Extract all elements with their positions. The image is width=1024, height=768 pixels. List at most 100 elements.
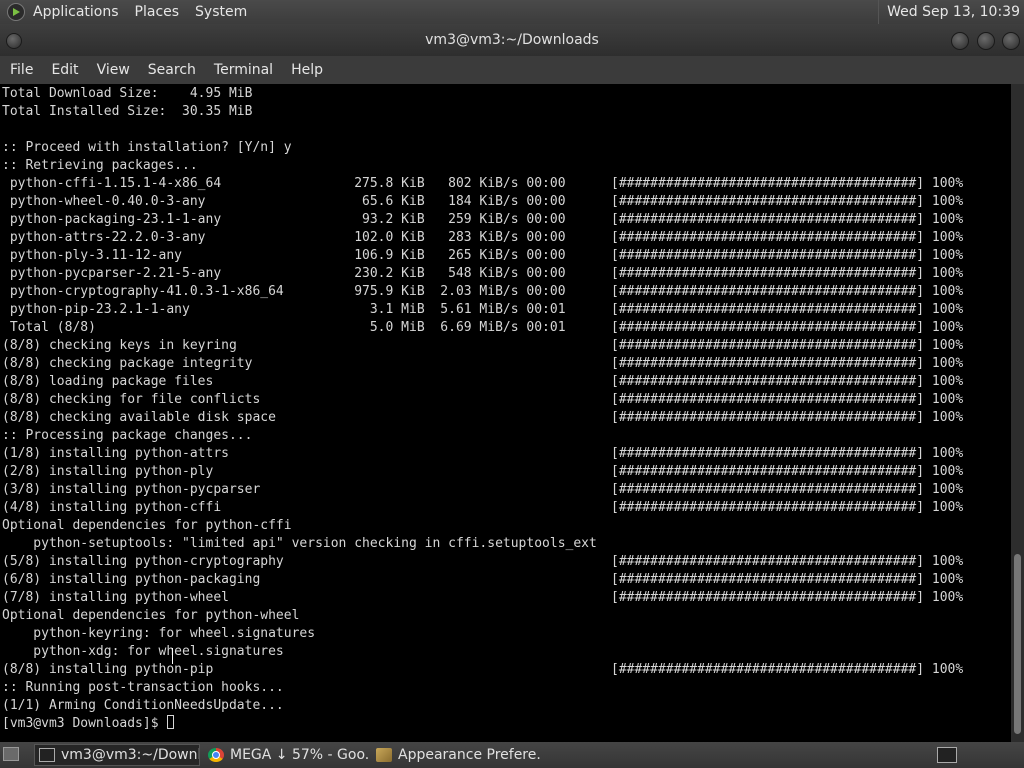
window-titlebar[interactable]: vm3@vm3:~/Downloads <box>0 24 1024 56</box>
progress-bar-text: [######################################]… <box>611 230 964 245</box>
terminal-line: (8/8) checking for file conflicts [######… <box>0 391 1011 409</box>
clock[interactable]: Wed Sep 13, 10:39 <box>878 0 1020 24</box>
menubar: File Edit View Search Terminal Help <box>0 56 1024 84</box>
terminal-line-text: (2/8) installing python-ply <box>2 464 214 479</box>
terminal-line: python-wheel-0.40.0-3-any 65.6 KiB 184 K… <box>0 193 1011 211</box>
progress-bar-text: [######################################]… <box>611 338 964 353</box>
chrome-icon <box>208 748 224 762</box>
close-button[interactable] <box>1002 32 1020 50</box>
panel-menu-applications[interactable]: Applications <box>31 4 127 20</box>
terminal-line-text: Total Download Size: 4.95 MiB <box>2 86 253 101</box>
terminal-line-text: (8/8) checking available disk space <box>2 410 276 425</box>
terminal-line: :: Proceed with installation? [Y/n] y <box>0 139 1011 157</box>
terminal-line-text: :: Retrieving packages... <box>2 158 198 173</box>
progress-bar-text: [######################################]… <box>611 662 964 677</box>
maximize-button[interactable] <box>977 32 995 50</box>
task-browser[interactable]: MEGA ↓ 57% - Goo... <box>204 744 368 766</box>
progress-bar-text: [######################################]… <box>611 248 964 263</box>
terminal-line: (8/8) checking package integrity [#######… <box>0 355 1011 373</box>
menu-file[interactable]: File <box>0 56 42 84</box>
progress-bar-text: [######################################]… <box>611 464 964 479</box>
terminal-line: (8/8) installing python-pip [############… <box>0 661 1011 679</box>
menu-help[interactable]: Help <box>282 56 332 84</box>
terminal-line: python-cryptography-41.0.3-1-x86_64 975.… <box>0 283 1011 301</box>
progress-bar-text: [######################################]… <box>611 590 964 605</box>
terminal-line-text: (8/8) checking keys in keyring <box>2 338 237 353</box>
menu-search[interactable]: Search <box>139 56 205 84</box>
terminal-line-text: python-cffi-1.15.1-4-x86_64 275.8 KiB 80… <box>2 176 566 191</box>
terminal-line-text: python-cryptography-41.0.3-1-x86_64 975.… <box>2 284 566 299</box>
terminal-line: (4/8) installing python-cffi [###########… <box>0 499 1011 517</box>
terminal-line: (6/8) installing python-packaging [######… <box>0 571 1011 589</box>
terminal-line-text: :: Processing package changes... <box>2 428 253 443</box>
terminal-line: (8/8) loading package files [############… <box>0 373 1011 391</box>
terminal-line: (8/8) checking keys in keyring [#########… <box>0 337 1011 355</box>
terminal-line-text: (8/8) loading package files <box>2 374 214 389</box>
terminal-line-text: Optional dependencies for python-cffi <box>2 518 292 533</box>
panel-menu-places[interactable]: Places <box>127 4 188 20</box>
terminal-line: python-setuptools: "limited api" version… <box>0 535 1011 553</box>
show-desktop-icon[interactable] <box>3 747 19 761</box>
terminal-line-text: python-wheel-0.40.0-3-any 65.6 KiB 184 K… <box>2 194 566 209</box>
progress-bar-text: [######################################]… <box>611 410 964 425</box>
progress-bar-text: [######################################]… <box>611 266 964 281</box>
distro-logo-icon[interactable] <box>7 3 25 21</box>
mouse-ibeam-cursor-icon <box>172 648 178 664</box>
terminal-line-text: (8/8) checking package integrity <box>2 356 253 371</box>
terminal-scrollbar[interactable] <box>1011 84 1024 742</box>
cursor <box>167 715 175 729</box>
prompt-line[interactable]: [vm3@vm3 Downloads]$ <box>0 715 1011 733</box>
terminal-line: python-keyring: for wheel.signatures <box>0 625 1011 643</box>
scrollbar-thumb[interactable] <box>1014 554 1021 734</box>
terminal-line: python-cffi-1.15.1-4-x86_64 275.8 KiB 80… <box>0 175 1011 193</box>
progress-bar-text: [######################################]… <box>611 500 964 515</box>
terminal-line: python-packaging-23.1-1-any 93.2 KiB 259… <box>0 211 1011 229</box>
terminal-line: python-ply-3.11-12-any 106.9 KiB 265 KiB… <box>0 247 1011 265</box>
menu-edit[interactable]: Edit <box>42 56 87 84</box>
terminal-line-text: (1/8) installing python-attrs <box>2 446 229 461</box>
terminal-line-text: python-pycparser-2.21-5-any 230.2 KiB 54… <box>2 266 566 281</box>
terminal-line: :: Running post-transaction hooks... <box>0 679 1011 697</box>
terminal-line: Optional dependencies for python-cffi <box>0 517 1011 535</box>
progress-bar-text: [######################################]… <box>611 374 964 389</box>
progress-bar-text: [######################################]… <box>611 194 964 209</box>
terminal-line: python-attrs-22.2.0-3-any 102.0 KiB 283 … <box>0 229 1011 247</box>
minimize-button[interactable] <box>951 32 969 50</box>
terminal-line-text: python-packaging-23.1-1-any 93.2 KiB 259… <box>2 212 566 227</box>
terminal-line: Optional dependencies for python-wheel <box>0 607 1011 625</box>
terminal-line: :: Retrieving packages... <box>0 157 1011 175</box>
task-appearance[interactable]: Appearance Prefere... <box>372 744 542 766</box>
task-browser-label: MEGA ↓ 57% - Goo... <box>230 747 368 763</box>
terminal-line-text: python-setuptools: "limited api" version… <box>2 536 597 551</box>
terminal-line: (1/8) installing python-attrs [##########… <box>0 445 1011 463</box>
terminal-line-text: (1/1) Arming ConditionNeedsUpdate... <box>2 698 284 713</box>
terminal-line-text: python-keyring: for wheel.signatures <box>2 626 316 641</box>
progress-bar-text: [######################################]… <box>611 446 964 461</box>
progress-bar-text: [######################################]… <box>611 284 964 299</box>
menu-terminal[interactable]: Terminal <box>205 56 282 84</box>
window-title: vm3@vm3:~/Downloads <box>425 32 599 48</box>
terminal-line-text: :: Running post-transaction hooks... <box>2 680 284 695</box>
panel-menu-system[interactable]: System <box>187 4 255 20</box>
terminal-line-text: (4/8) installing python-cffi <box>2 500 222 515</box>
progress-bar-text: [######################################]… <box>611 572 964 587</box>
terminal-line: (7/8) installing python-wheel [##########… <box>0 589 1011 607</box>
terminal-line-text: (8/8) checking for file conflicts <box>2 392 261 407</box>
terminal-line: Total Installed Size: 30.35 MiB <box>0 103 1011 121</box>
task-terminal[interactable]: vm3@vm3:~/Downl... <box>34 744 200 766</box>
terminal-output[interactable]: Total Download Size: 4.95 MiB Total Insta… <box>0 84 1011 742</box>
tray-terminal-icon[interactable] <box>937 747 957 763</box>
terminal-line-text: python-pip-23.2.1-1-any 3.1 MiB 5.61 MiB… <box>2 302 566 317</box>
terminal-line-text: (6/8) installing python-packaging <box>2 572 261 587</box>
top-panel: Applications Places System Wed Sep 13, 1… <box>0 0 1024 24</box>
terminal-line-text: python-xdg: for wheel.signatures <box>2 644 284 659</box>
terminal-line: (1/1) Arming ConditionNeedsUpdate... <box>0 697 1011 715</box>
menu-view[interactable]: View <box>88 56 139 84</box>
appearance-preferences-icon <box>376 748 392 762</box>
terminal-line: python-pycparser-2.21-5-any 230.2 KiB 54… <box>0 265 1011 283</box>
progress-bar-text: [######################################]… <box>611 176 964 191</box>
task-appearance-label: Appearance Prefere... <box>398 747 542 763</box>
terminal-line-text: :: Proceed with installation? [Y/n] y <box>2 140 292 155</box>
terminal-line: (3/8) installing python-pycparser [######… <box>0 481 1011 499</box>
terminal-line-text: python-attrs-22.2.0-3-any 102.0 KiB 283 … <box>2 230 566 245</box>
